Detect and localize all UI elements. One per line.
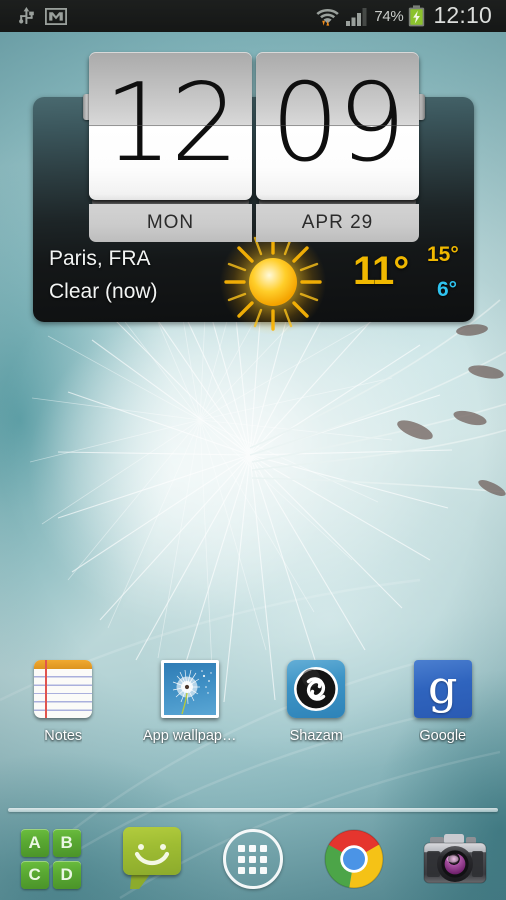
chrome-icon: [324, 829, 384, 889]
clock-date-label: APR 29: [256, 204, 419, 242]
messaging-smiley-icon: [121, 827, 183, 891]
flip-card-seam: [89, 125, 252, 127]
flip-card-hour[interactable]: 12: [89, 52, 252, 200]
notepad-margin-line: [45, 660, 47, 718]
app-label-shazam: Shazam: [289, 728, 343, 744]
app-icon-google[interactable]: g Google: [388, 660, 498, 744]
app-label-google: Google: [419, 728, 467, 744]
weather-low-temp: 6°: [437, 278, 458, 301]
tile-d: D: [52, 861, 81, 889]
status-bar-left-icons: [0, 6, 67, 26]
wallpaper-photo-inner: [163, 663, 216, 715]
sun-icon: [220, 229, 326, 335]
dock-item-word-game[interactable]: A B C D: [7, 827, 95, 891]
weather-current-temp: 11°: [353, 249, 409, 293]
smiley-mouth: [134, 851, 169, 866]
app-drawer-dots: [238, 844, 268, 874]
flip-card-minute[interactable]: 09: [256, 52, 419, 200]
notes-icon-box[interactable]: [34, 660, 93, 718]
wifi-icon: [316, 8, 340, 26]
dock-bar: A B C D: [0, 818, 506, 900]
google-search-icon: g: [413, 660, 472, 718]
dock-item-messaging[interactable]: [108, 827, 196, 891]
tile-b: B: [52, 829, 81, 857]
battery-percent-label: 74%: [374, 7, 404, 25]
app-label-notes: Notes: [44, 728, 83, 744]
cellular-signal-icon: [346, 7, 367, 26]
abcd-tiles-icon: A B C D: [20, 829, 81, 889]
weather-condition-label: Clear (now): [49, 280, 158, 303]
tile-c: C: [20, 861, 49, 889]
flip-card-seam: [256, 125, 419, 127]
notepad-icon: [34, 660, 93, 718]
camera-icon: [423, 834, 487, 884]
shazam-icon: [287, 660, 346, 718]
shazam-icon-box[interactable]: [287, 660, 346, 718]
tile-a: A: [20, 829, 49, 857]
status-bar[interactable]: 74% 12:10: [0, 0, 506, 32]
usb-icon: [19, 6, 34, 24]
app-wallpaper-icon-box[interactable]: [160, 660, 219, 718]
wallpaper-photo-icon: [160, 660, 219, 718]
google-g-glyph: g: [428, 660, 458, 714]
app-icon-shazam[interactable]: Shazam: [261, 660, 371, 744]
weather-row[interactable]: Paris, FRA Clear (now) 11° 15° 6°: [33, 229, 474, 335]
flip-clock[interactable]: 12 09 MON APR 29: [83, 52, 425, 242]
status-bar-clock: 12:10: [433, 2, 492, 28]
battery-charging-icon: [409, 5, 425, 27]
notepad-binding: [34, 660, 93, 669]
app-drawer-icon: [222, 829, 283, 889]
app-label-app-wallpaper: App wallpap…: [143, 728, 237, 744]
app-icon-app-wallpaper[interactable]: App wallpap…: [135, 660, 245, 744]
dock-divider: [8, 808, 498, 812]
google-icon-box[interactable]: g: [413, 660, 472, 718]
status-bar-right-icons: 74% 12:10: [316, 2, 506, 28]
clock-day-label: MON: [89, 204, 252, 242]
weather-city-label: Paris, FRA: [49, 247, 151, 270]
home-screen-app-grid: Notes App wallpap… Shazam g Google: [0, 660, 506, 770]
dandelion-photo-art: [172, 669, 212, 715]
gmail-icon: [45, 7, 67, 25]
dock-item-app-drawer[interactable]: [209, 827, 297, 891]
dock-item-camera[interactable]: [411, 827, 499, 891]
flip-clock-weather-widget[interactable]: Paris, FRA Clear (now) 11° 15° 6° 12 09 …: [33, 52, 474, 335]
dock-item-chrome[interactable]: [310, 827, 398, 891]
app-icon-notes[interactable]: Notes: [8, 660, 118, 744]
weather-high-temp: 15°: [427, 243, 459, 266]
shazam-glyph: [294, 667, 339, 711]
notepad-ruled-lines: [34, 669, 93, 718]
